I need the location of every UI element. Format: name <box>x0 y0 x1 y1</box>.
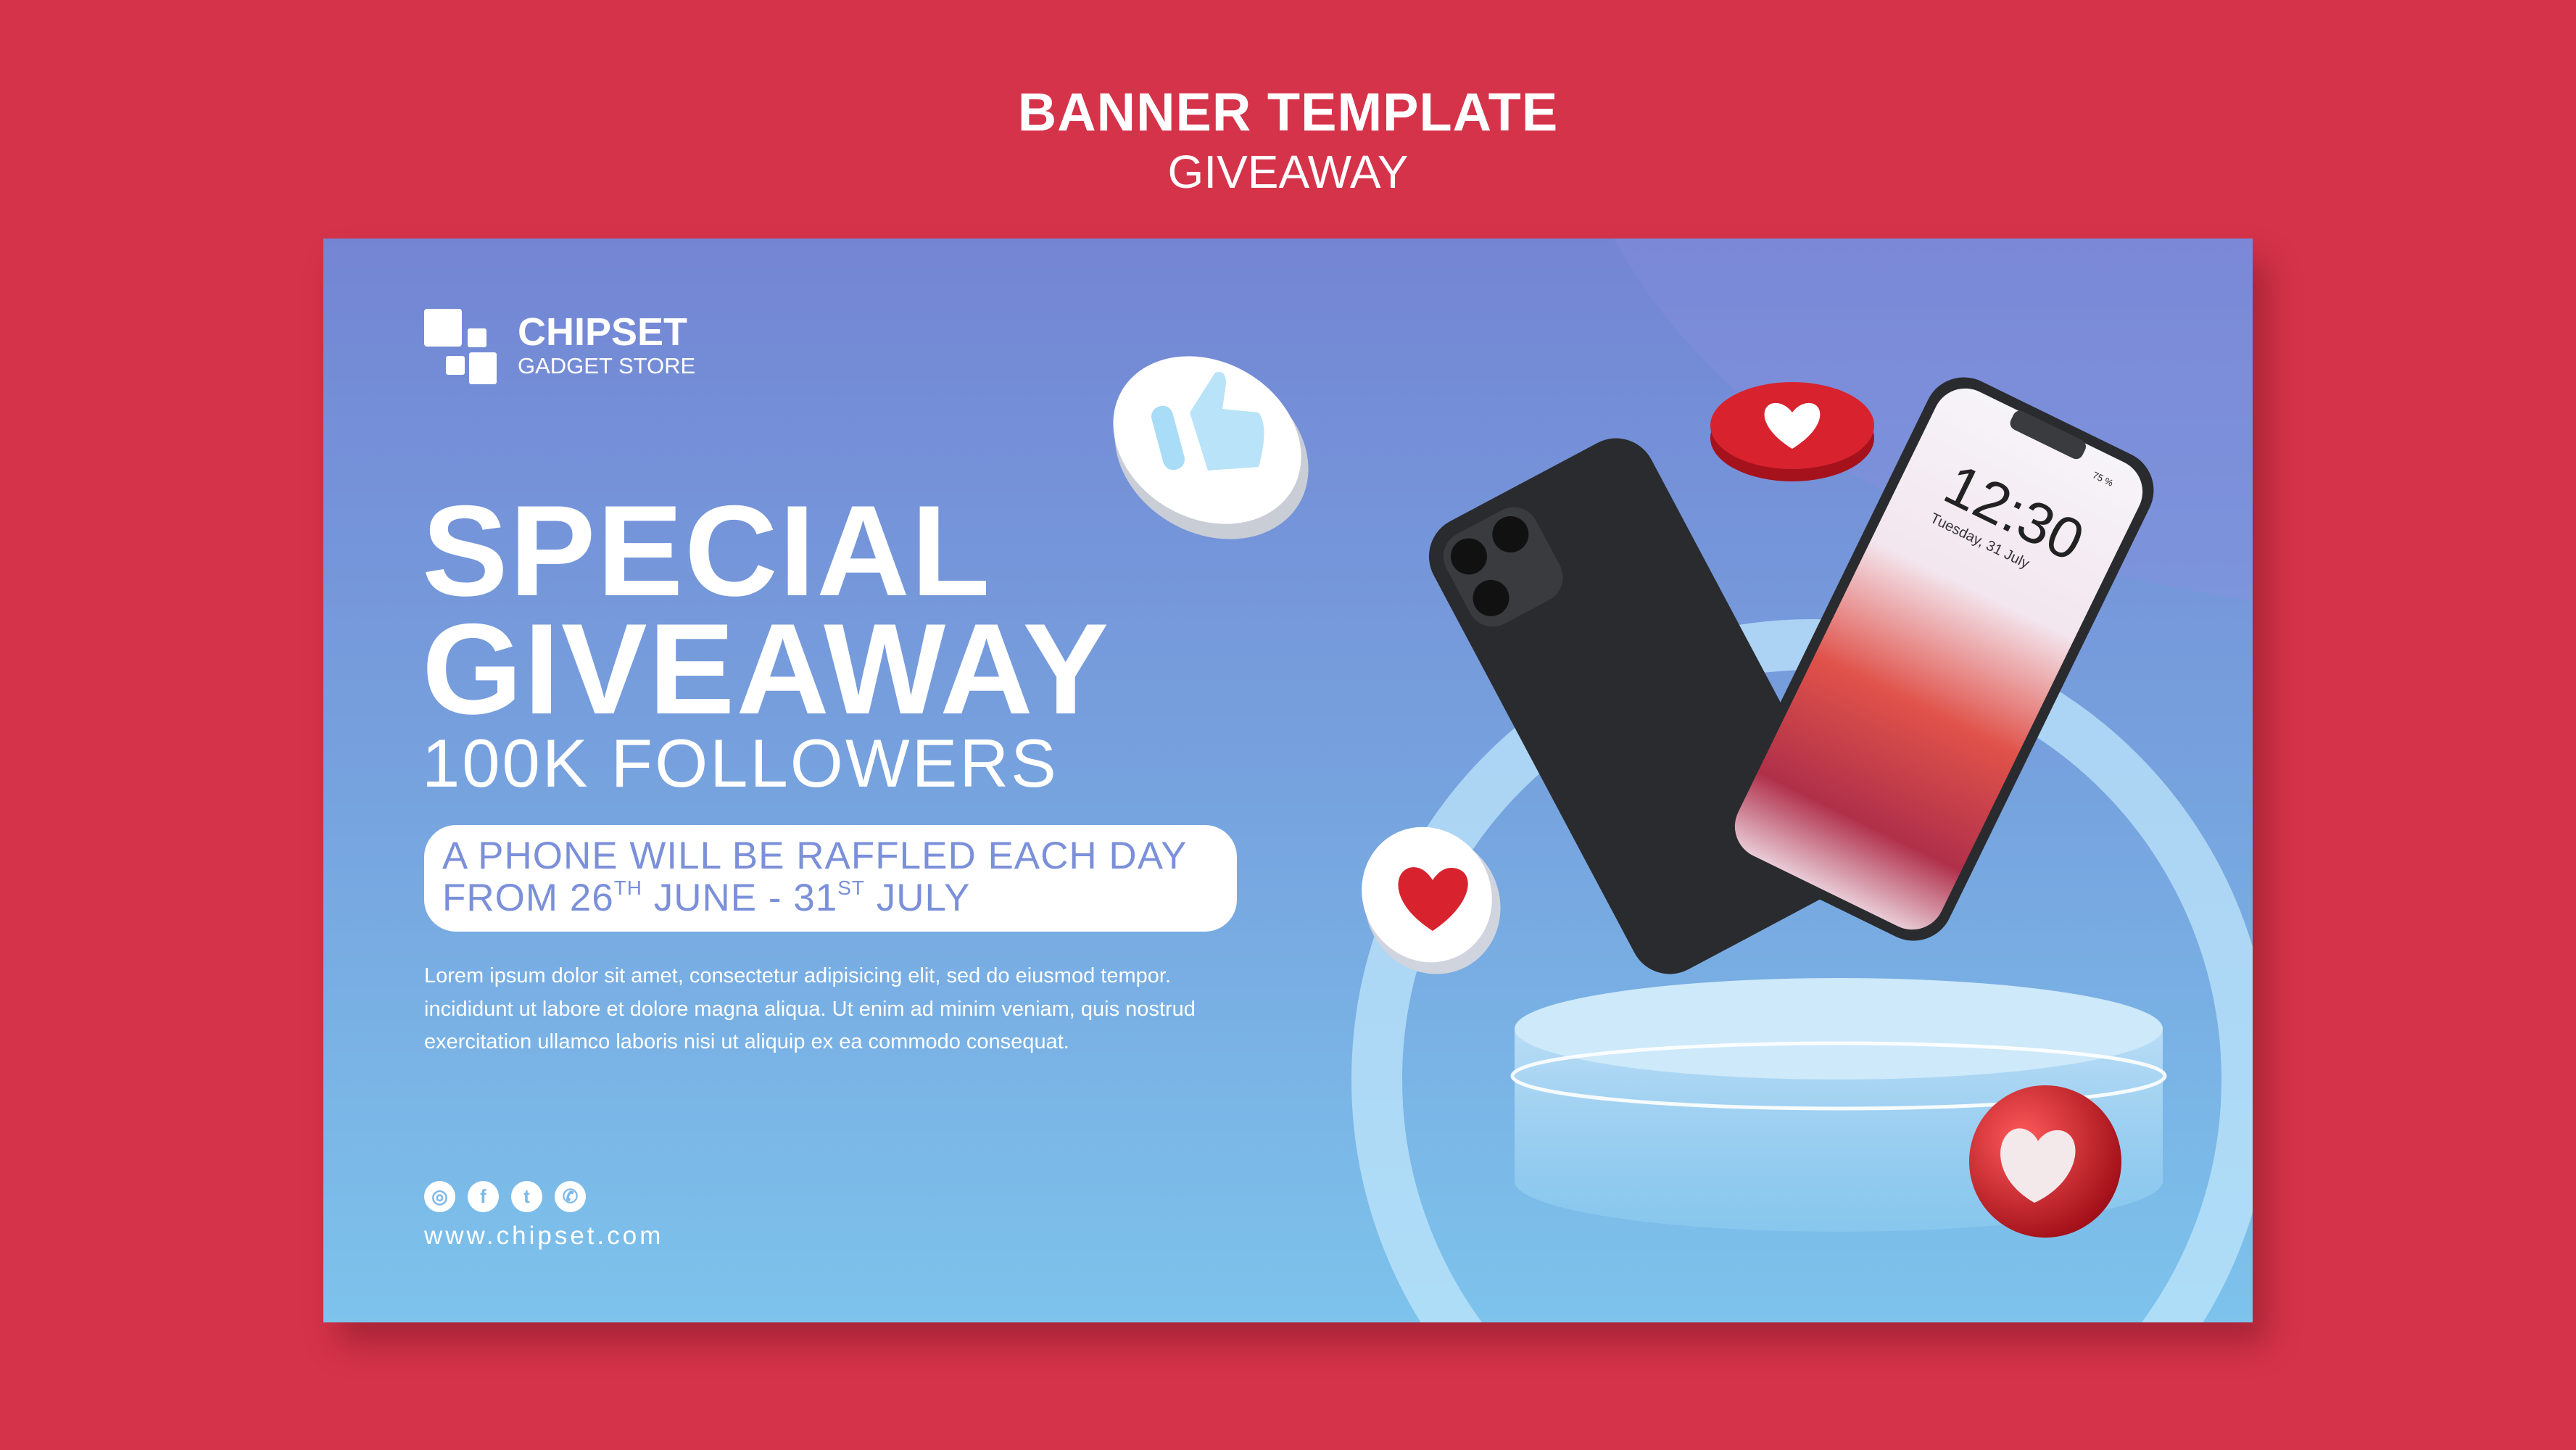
brand: CHIPSET GADGET STORE <box>518 311 695 379</box>
whatsapp-icon[interactable]: ✆ <box>555 1181 586 1212</box>
brand-name: CHIPSET <box>518 310 688 354</box>
page-title: BANNER TEMPLATE <box>1017 82 1559 142</box>
headline-followers: 100K FOLLOWERS <box>422 725 1059 801</box>
raffle-line-2: FROM 26TH JUNE - 31ST JULY <box>442 877 1237 919</box>
date-end: JULY <box>865 877 971 919</box>
ordinal-th: TH <box>613 877 643 899</box>
heart-ball <box>1969 1085 2121 1238</box>
facebook-icon[interactable]: f <box>468 1181 499 1212</box>
body-line: incididunt ut labore et dolore magna ali… <box>424 997 1196 1021</box>
date-from: FROM 26 <box>442 877 614 919</box>
page-subtitle: GIVEAWAY <box>1167 146 1409 198</box>
headline-giveaway: GIVEAWAY <box>422 597 1111 741</box>
body-line: exercitation ullamco laboris nisi ut ali… <box>424 1030 1069 1053</box>
instagram-icon[interactable]: ◎ <box>424 1181 455 1212</box>
thumbs-up-disc <box>1113 356 1309 539</box>
logo-icon <box>424 309 497 384</box>
social-links: ◎ f t ✆ <box>424 1181 586 1212</box>
giveaway-banner: 12:30 Tuesday, 31 July 75 % CHIPSET GADG… <box>323 239 2253 1322</box>
ordinal-st: ST <box>837 877 865 899</box>
date-mid: JUNE - 31 <box>642 877 838 919</box>
body-text: Lorem ipsum dolor sit amet, consectetur … <box>424 960 1367 1059</box>
website-link[interactable]: www.chipset.com <box>424 1221 663 1251</box>
body-line: Lorem ipsum dolor sit amet, consectetur … <box>424 964 1171 987</box>
raffle-info-pill: A PHONE WILL BE RAFFLED EACH DAY FROM 26… <box>424 825 1237 932</box>
heart-badge-top <box>1710 382 1874 481</box>
brand-tagline: GADGET STORE <box>518 353 696 378</box>
raffle-line-1: A PHONE WILL BE RAFFLED EACH DAY <box>442 834 1188 877</box>
twitter-icon[interactable]: t <box>511 1181 542 1212</box>
